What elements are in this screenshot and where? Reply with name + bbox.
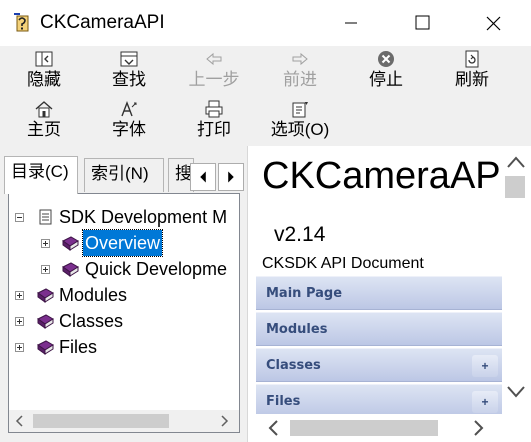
stop-icon <box>378 51 394 67</box>
locate-label: 查找 <box>112 70 146 89</box>
tree-item[interactable]: Overview <box>9 229 239 257</box>
nav-label: Modules <box>266 322 328 337</box>
document-pane: CKCameraAPI v2.14 CKSDK API Document Mai… <box>254 146 531 442</box>
locate-icon <box>120 51 138 67</box>
tab-scroll-right-button[interactable] <box>218 163 244 191</box>
window-title: CKCameraAPI <box>40 12 165 33</box>
tree-item-label: Classes <box>59 311 124 331</box>
expand-toggle[interactable] <box>15 317 24 326</box>
refresh-icon <box>465 50 479 68</box>
nav-main-page[interactable]: Main Page <box>256 276 502 310</box>
nav-label: Files <box>266 394 301 409</box>
back-button[interactable]: 上一步 <box>182 46 246 92</box>
book-icon <box>37 288 54 303</box>
print-label: 打印 <box>197 120 231 139</box>
tree-item-label: Modules <box>59 285 128 305</box>
contents-tree: SDK Development M Overview Quick Develop… <box>8 193 240 433</box>
nav-files[interactable]: Files + <box>256 384 502 418</box>
refresh-button[interactable]: 刷新 <box>440 46 504 92</box>
navigation-pane: 目录(C) 索引(N) 搜 SDK Development M Overview… <box>0 146 248 442</box>
home-button[interactable]: 主页 <box>12 96 76 142</box>
back-label: 上一步 <box>188 70 240 89</box>
book-icon <box>37 314 54 329</box>
nav-label: Main Page <box>266 286 343 301</box>
forward-label: 前进 <box>283 70 317 89</box>
book-icon <box>37 340 54 355</box>
font-label: 字体 <box>112 120 146 139</box>
stop-label: 停止 <box>369 70 403 89</box>
minimize-button[interactable] <box>335 0 381 46</box>
toolbar: 隐藏 查找 上一步 前进 停止 刷新 主页 字体 打印 选项(O) <box>0 46 531 146</box>
font-icon <box>121 101 137 117</box>
locate-button[interactable]: 查找 <box>97 46 161 92</box>
tree-item-label: Overview <box>81 229 164 257</box>
document-version: v2.14 <box>274 223 326 246</box>
tree-item[interactable]: Files <box>9 334 239 360</box>
tab-index[interactable]: 索引(N) <box>84 158 164 192</box>
scroll-right-icon[interactable] <box>217 414 231 428</box>
scroll-left-icon[interactable] <box>13 414 27 428</box>
forward-arrow-icon <box>292 52 308 66</box>
back-arrow-icon <box>206 52 222 66</box>
document-subtitle: CKSDK API Document <box>262 255 424 272</box>
hide-button[interactable]: 隐藏 <box>12 46 76 92</box>
tree-item-label: SDK Development M <box>59 207 228 227</box>
scroll-up-icon[interactable] <box>505 152 527 172</box>
tree-item[interactable]: SDK Development M <box>9 204 239 230</box>
tab-scroll-arrows <box>190 163 246 191</box>
tree-item-label: Quick Developme <box>85 259 228 279</box>
font-button[interactable]: 字体 <box>97 96 161 142</box>
title-bar: CKCameraAPI <box>0 0 531 46</box>
refresh-label: 刷新 <box>455 70 489 89</box>
close-button[interactable] <box>470 0 516 46</box>
scroll-left-icon[interactable] <box>264 418 284 438</box>
expand-files-button[interactable]: + <box>472 391 498 413</box>
expand-classes-button[interactable]: + <box>472 355 498 377</box>
options-label: 选项(O) <box>270 120 330 139</box>
nav-label: Classes <box>266 358 321 373</box>
forward-button[interactable]: 前进 <box>268 46 332 92</box>
tree-horizontal-scrollbar[interactable] <box>9 410 239 432</box>
scroll-down-icon[interactable] <box>505 382 527 402</box>
tab-scroll-left-button[interactable] <box>190 163 216 191</box>
document-horizontal-scrollbar[interactable] <box>254 414 504 442</box>
scrollbar-thumb[interactable] <box>505 176 525 198</box>
hide-label: 隐藏 <box>27 70 61 89</box>
options-button[interactable]: 选项(O) <box>268 96 332 142</box>
nav-classes[interactable]: Classes + <box>256 348 502 382</box>
hide-icon <box>35 51 53 67</box>
app-help-icon <box>14 13 29 32</box>
tab-contents-label: 目录(C) <box>11 162 69 181</box>
tree-item[interactable]: Modules <box>9 282 239 308</box>
tree-item-label: Files <box>59 337 98 357</box>
nav-modules[interactable]: Modules <box>256 312 502 346</box>
book-icon <box>62 262 79 277</box>
options-icon <box>292 102 308 118</box>
home-label: 主页 <box>27 120 61 139</box>
tab-index-label: 索引(N) <box>91 164 149 183</box>
maximize-button[interactable] <box>399 0 445 46</box>
collapse-toggle[interactable] <box>15 213 24 222</box>
scrollbar-thumb[interactable] <box>290 420 438 436</box>
home-icon <box>35 101 53 118</box>
scrollbar-thumb[interactable] <box>33 414 169 428</box>
tab-contents[interactable]: 目录(C) <box>4 156 78 194</box>
expand-toggle[interactable] <box>15 343 24 352</box>
book-icon <box>62 236 79 251</box>
document-title: CKCameraAPI <box>262 155 512 197</box>
print-icon <box>205 100 223 118</box>
document-vertical-scrollbar[interactable] <box>503 146 531 420</box>
tree-item[interactable]: Quick Developme <box>9 256 239 282</box>
tree-item[interactable]: Classes <box>9 308 239 334</box>
expand-toggle[interactable] <box>15 291 24 300</box>
print-button[interactable]: 打印 <box>182 96 246 142</box>
expand-toggle[interactable] <box>41 239 50 248</box>
scroll-right-icon[interactable] <box>468 418 488 438</box>
expand-toggle[interactable] <box>41 265 50 274</box>
stop-button[interactable]: 停止 <box>354 46 418 92</box>
page-icon <box>39 209 52 225</box>
